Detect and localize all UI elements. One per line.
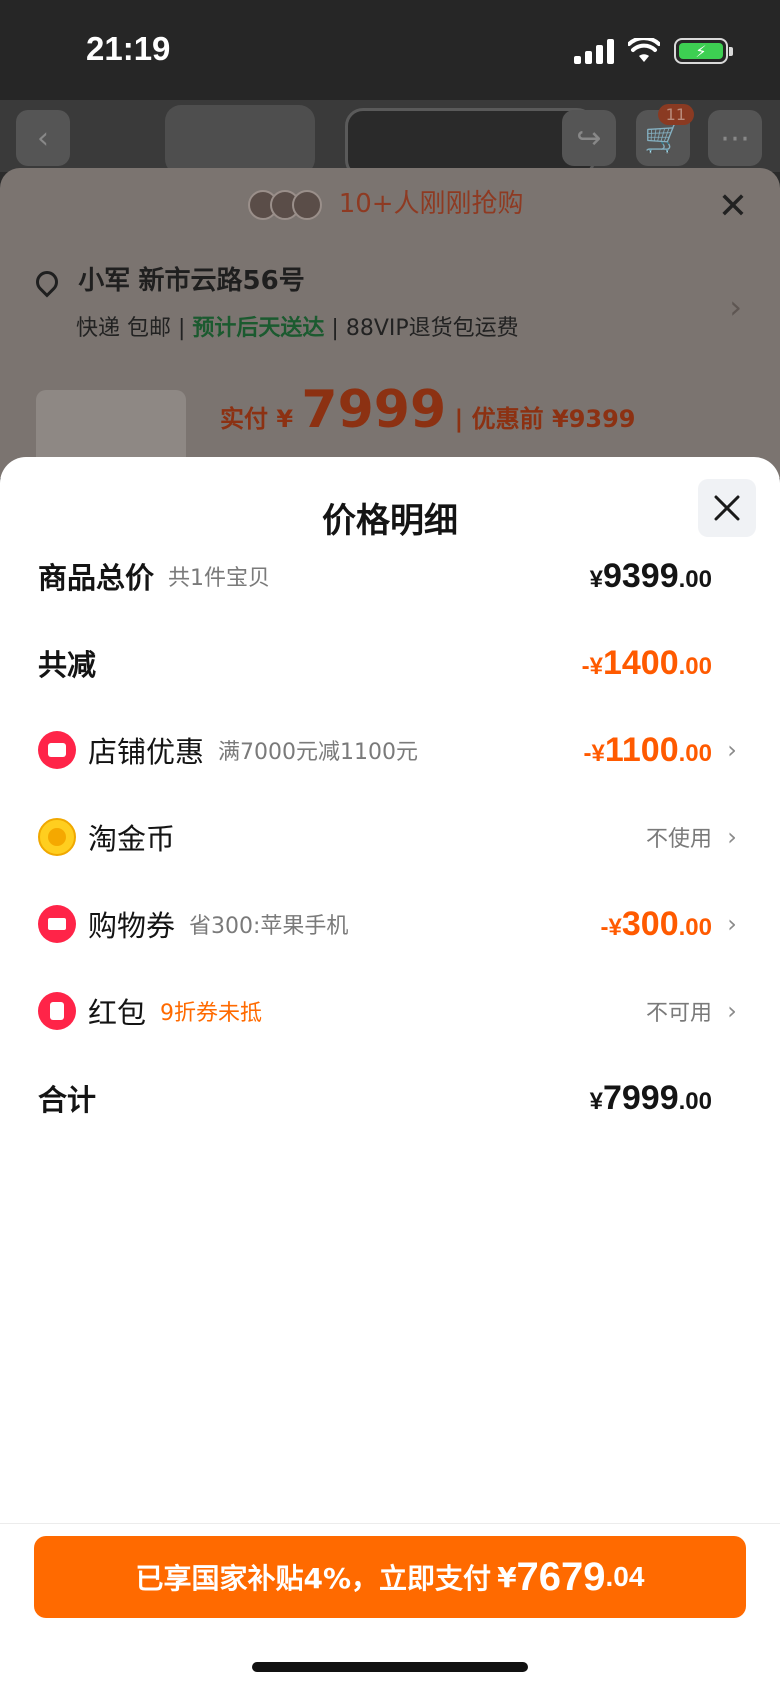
red-packet-note: 9折券未抵 <box>160 1001 263 1026</box>
row-shopping-coupon[interactable]: 购物券 省300:苹果手机 -¥300.00 › <box>38 894 742 954</box>
row-store-discount[interactable]: 店铺优惠 满7000元减1100元 -¥1100.00 › <box>38 720 742 780</box>
wifi-icon <box>628 38 660 62</box>
chevron-right-icon: › <box>727 736 737 764</box>
row-item-total: 商品总价 共1件宝贝 ¥9399.00 <box>38 546 742 606</box>
location-pin-icon <box>31 265 63 298</box>
item-total-amount: ¥9399.00 <box>589 556 712 595</box>
pay-button-label: 已享国家补贴4%，立即支付 <box>135 1562 492 1595</box>
item-total-label: 商品总价 <box>38 561 155 595</box>
delivery-info: 快递 包邮 | 预计后天送达 | 88VIP退货包运费 <box>76 316 519 341</box>
return-note: 88VIP退货包运费 <box>345 316 519 341</box>
battery-charging-icon: ⚡ <box>674 38 733 64</box>
delivery-method: 快递 包邮 <box>76 316 171 341</box>
pay-amount-dec: .04 <box>605 1561 645 1592</box>
row-total-reduced: 共减 -¥1400.00 <box>38 633 742 693</box>
address-chevron-icon: › <box>729 288 742 326</box>
status-icons: ⚡ <box>574 36 733 66</box>
coupon-note: 省300:苹果手机 <box>189 914 349 939</box>
reduced-label: 共减 <box>38 648 97 682</box>
coupon-amount: -¥300.00 <box>600 904 712 943</box>
pay-currency: ¥ <box>497 1560 517 1594</box>
pay-divider <box>0 1523 780 1524</box>
sum-label: 合计 <box>38 1083 97 1117</box>
sum-amount: ¥7999.00 <box>589 1078 712 1117</box>
share-icon: ↪ <box>562 110 616 166</box>
close-button[interactable] <box>698 479 756 537</box>
coupon-label: 购物券 <box>88 909 176 943</box>
coupon-icon <box>38 905 76 943</box>
background-order-sheet: 10+人刚刚抢购 ✕ 小军 新市云路56号 快递 包邮 | 预计后天送达 | 8… <box>0 168 780 480</box>
purchase-banner: 10+人刚刚抢购 <box>0 168 780 240</box>
store-icon <box>38 731 76 769</box>
row-taojinbi[interactable]: 淘金币 不使用 › <box>38 807 742 867</box>
cart-count-badge: 11 <box>657 104 694 125</box>
buyer-avatars <box>248 189 323 220</box>
home-indicator <box>252 1662 528 1672</box>
chevron-right-icon: › <box>727 997 737 1025</box>
cart-icon: 🛒 11 <box>636 104 694 166</box>
address-name: 小军 <box>78 266 131 296</box>
sheet-title: 价格明细 <box>322 501 458 541</box>
purchase-banner-text: 10+人刚刚抢购 <box>338 189 524 219</box>
address-text: 新市云路56号 <box>138 266 305 296</box>
status-bar: 21:19 ⚡ <box>0 0 780 100</box>
store-discount-amount: -¥1100.00 <box>583 730 712 769</box>
reduced-amount: -¥1400.00 <box>581 643 712 682</box>
taojinbi-value: 不使用 <box>645 827 712 852</box>
row-red-packet[interactable]: 红包 9折券未抵 不可用 › <box>38 981 742 1041</box>
item-count-note: 共1件宝贝 <box>168 566 271 591</box>
cellular-signal-icon <box>574 38 614 64</box>
paid-label: 实付 ¥ <box>220 405 294 433</box>
delivery-eta: 预计后天送达 <box>192 316 325 341</box>
back-icon: ‹ <box>16 110 70 166</box>
pay-now-button[interactable]: 已享国家补贴4%，立即支付 ¥7679.04 <box>34 1536 746 1618</box>
pay-amount-int: 7679 <box>516 1554 606 1599</box>
close-icon <box>714 495 740 521</box>
row-sum: 合计 ¥7999.00 <box>38 1068 742 1128</box>
gold-coin-icon <box>38 818 76 856</box>
status-time: 21:19 <box>86 30 171 67</box>
chevron-right-icon: › <box>727 823 737 851</box>
background-nav-bar: ‹ ↪ 🛒 11 ⋯ <box>0 100 780 178</box>
red-packet-label: 红包 <box>88 996 147 1030</box>
background-price: 实付 ¥ 7999 | 优惠前 ¥9399 <box>220 380 636 440</box>
address-line: 小军 新市云路56号 <box>31 260 305 298</box>
background-close-icon: ✕ <box>717 186 748 227</box>
store-discount-note: 满7000元减1100元 <box>218 740 418 765</box>
red-packet-icon <box>38 992 76 1030</box>
paid-amount: 7999 <box>301 380 447 440</box>
chevron-right-icon: › <box>727 910 737 938</box>
taojinbi-label: 淘金币 <box>88 822 176 856</box>
more-icon: ⋯ <box>708 110 762 166</box>
store-discount-label: 店铺优惠 <box>88 735 205 769</box>
before-discount: 优惠前 ¥9399 <box>471 405 636 433</box>
red-packet-value: 不可用 <box>645 1001 712 1026</box>
background-product-image <box>165 105 315 175</box>
price-detail-sheet: 价格明细 商品总价 共1件宝贝 ¥9399.00 共减 -¥1400.00 店铺… <box>0 457 780 1688</box>
